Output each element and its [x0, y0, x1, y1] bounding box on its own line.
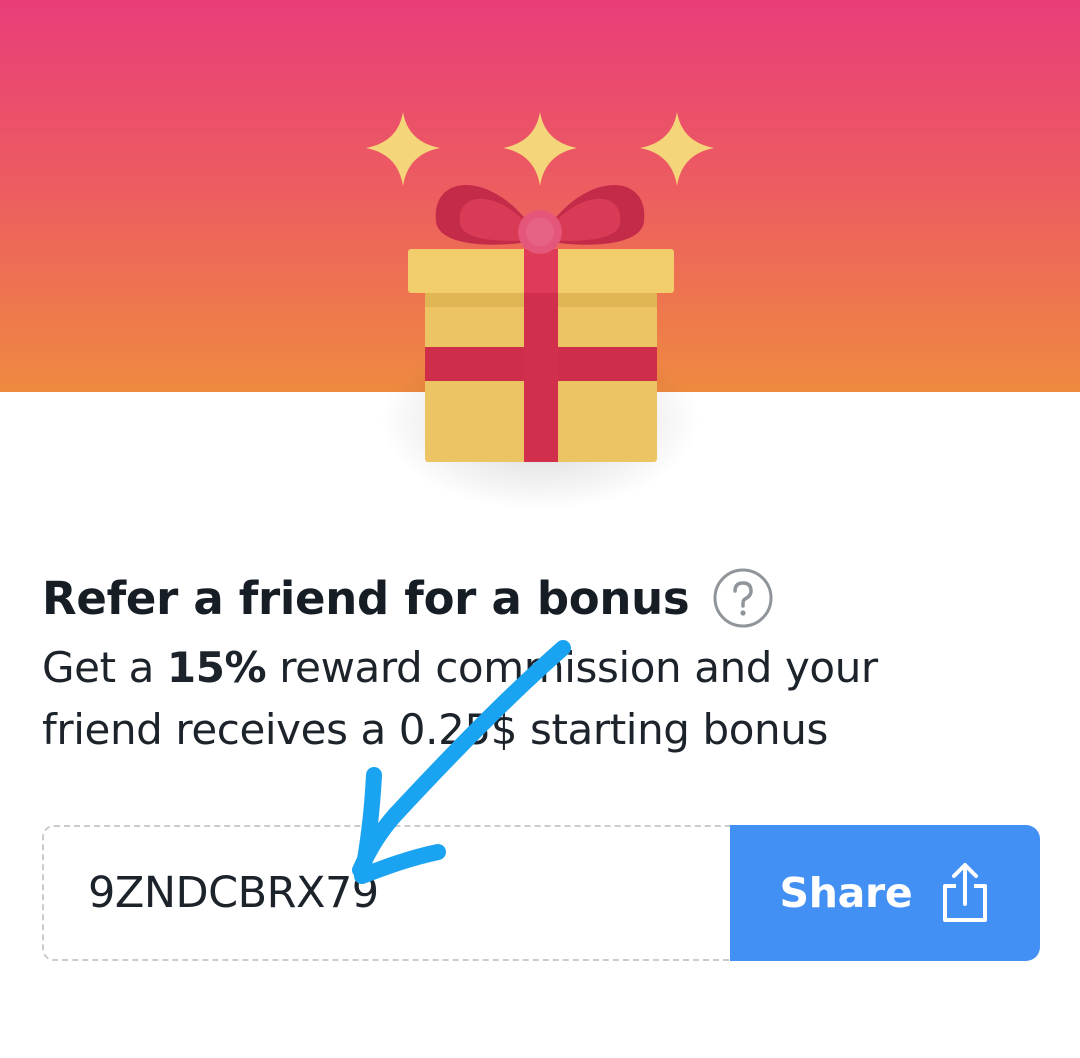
commission-percent: 15%	[166, 643, 267, 692]
referral-code[interactable]: 9ZNDCBRX79	[88, 868, 379, 918]
description-line-2: friend receives a 0.25$ starting bonus	[42, 705, 828, 754]
description-line-1: Get a 15% reward commission and your	[42, 637, 1042, 699]
referral-code-field[interactable]: 9ZNDCBRX79	[42, 825, 730, 961]
question-circle-icon[interactable]	[713, 568, 773, 628]
sparkle-icon	[366, 112, 440, 186]
page-title: Refer a friend for a bonus	[42, 571, 690, 625]
share-upload-icon	[943, 863, 988, 922]
description-suffix: reward commission and your	[266, 643, 878, 692]
referral-description: Get a 15% reward commission and your fri…	[42, 637, 1042, 761]
title-row: Refer a friend for a bonus	[42, 566, 773, 630]
share-button[interactable]: Share	[730, 825, 1040, 961]
referral-code-box: 9ZNDCBRX79 Share	[42, 825, 1040, 961]
gift-illustration	[366, 112, 714, 510]
sparkle-icon	[640, 112, 714, 186]
sparkle-icon	[503, 112, 577, 186]
gift-box-icon	[380, 185, 700, 510]
description-prefix: Get a	[42, 643, 167, 692]
share-button-label: Share	[779, 869, 913, 917]
referral-screen: Refer a friend for a bonus Get a 15% rew…	[0, 0, 1080, 1058]
